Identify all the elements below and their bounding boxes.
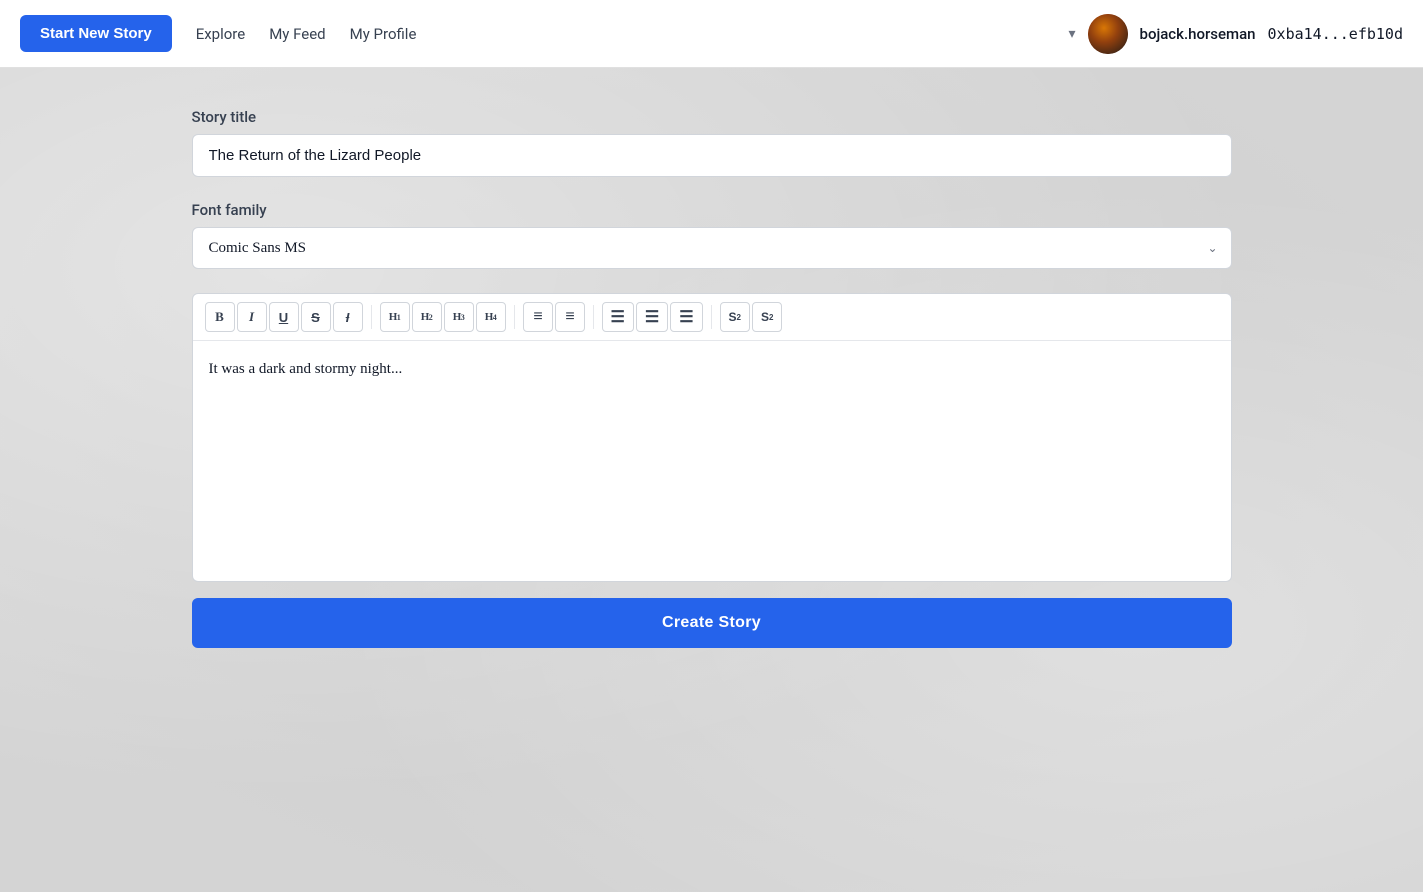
divider-2 (514, 305, 515, 329)
navbar-right: ▾ bojack.horseman 0xba14...efb10d (1068, 14, 1403, 54)
explore-link[interactable]: Explore (196, 21, 246, 47)
script-group: S2 S2 (720, 302, 783, 332)
font-family-section: Font family Comic Sans MS Arial Georgia … (192, 201, 1232, 269)
story-title-input[interactable] (192, 134, 1232, 177)
h1-button[interactable]: H1 (380, 302, 410, 332)
avatar-image (1088, 14, 1128, 54)
editor-toolbar: B I U S I H1 H2 H3 H4 ≡ ≡ (193, 294, 1231, 341)
main-content: Story title Font family Comic Sans MS Ar… (172, 68, 1252, 708)
ordered-list-button[interactable]: ≡ (555, 302, 585, 332)
start-new-story-button[interactable]: Start New Story (20, 15, 172, 52)
h2-button[interactable]: H2 (412, 302, 442, 332)
create-story-button[interactable]: Create Story (192, 598, 1232, 648)
my-profile-link[interactable]: My Profile (350, 21, 417, 47)
subscript-button[interactable]: S2 (752, 302, 782, 332)
font-family-select[interactable]: Comic Sans MS Arial Georgia Times New Ro… (192, 227, 1232, 269)
navbar-left: Start New Story Explore My Feed My Profi… (20, 15, 1068, 52)
navbar: Start New Story Explore My Feed My Profi… (0, 0, 1423, 68)
my-feed-link[interactable]: My Feed (269, 21, 325, 47)
bold-button[interactable]: B (205, 302, 235, 332)
story-title-label: Story title (192, 108, 1232, 126)
align-group: ☰ ☰ ☰ (602, 302, 703, 332)
bullet-list-button[interactable]: ≡ (523, 302, 553, 332)
divider-3 (593, 305, 594, 329)
strikethrough-button[interactable]: S (301, 302, 331, 332)
italic-strikethrough-button[interactable]: I (333, 302, 363, 332)
font-select-wrapper: Comic Sans MS Arial Georgia Times New Ro… (192, 227, 1232, 269)
story-title-section: Story title (192, 108, 1232, 177)
align-right-button[interactable]: ☰ (670, 302, 702, 332)
text-format-group: B I U S I (205, 302, 363, 332)
align-left-button[interactable]: ☰ (602, 302, 634, 332)
align-center-button[interactable]: ☰ (636, 302, 668, 332)
h4-button[interactable]: H4 (476, 302, 506, 332)
underline-button[interactable]: U (269, 302, 299, 332)
username-label: bojack.horseman (1140, 25, 1256, 43)
editor-body[interactable]: It was a dark and stormy night... (193, 341, 1231, 581)
divider-4 (711, 305, 712, 329)
editor-container: B I U S I H1 H2 H3 H4 ≡ ≡ (192, 293, 1232, 582)
heading-group: H1 H2 H3 H4 (380, 302, 506, 332)
dropdown-chevron-icon[interactable]: ▾ (1068, 26, 1075, 42)
h3-button[interactable]: H3 (444, 302, 474, 332)
avatar (1088, 14, 1128, 54)
italic-button[interactable]: I (237, 302, 267, 332)
list-group: ≡ ≡ (523, 302, 585, 332)
superscript-button[interactable]: S2 (720, 302, 750, 332)
divider-1 (371, 305, 372, 329)
font-family-label: Font family (192, 201, 1232, 219)
wallet-address-label: 0xba14...efb10d (1268, 25, 1403, 43)
